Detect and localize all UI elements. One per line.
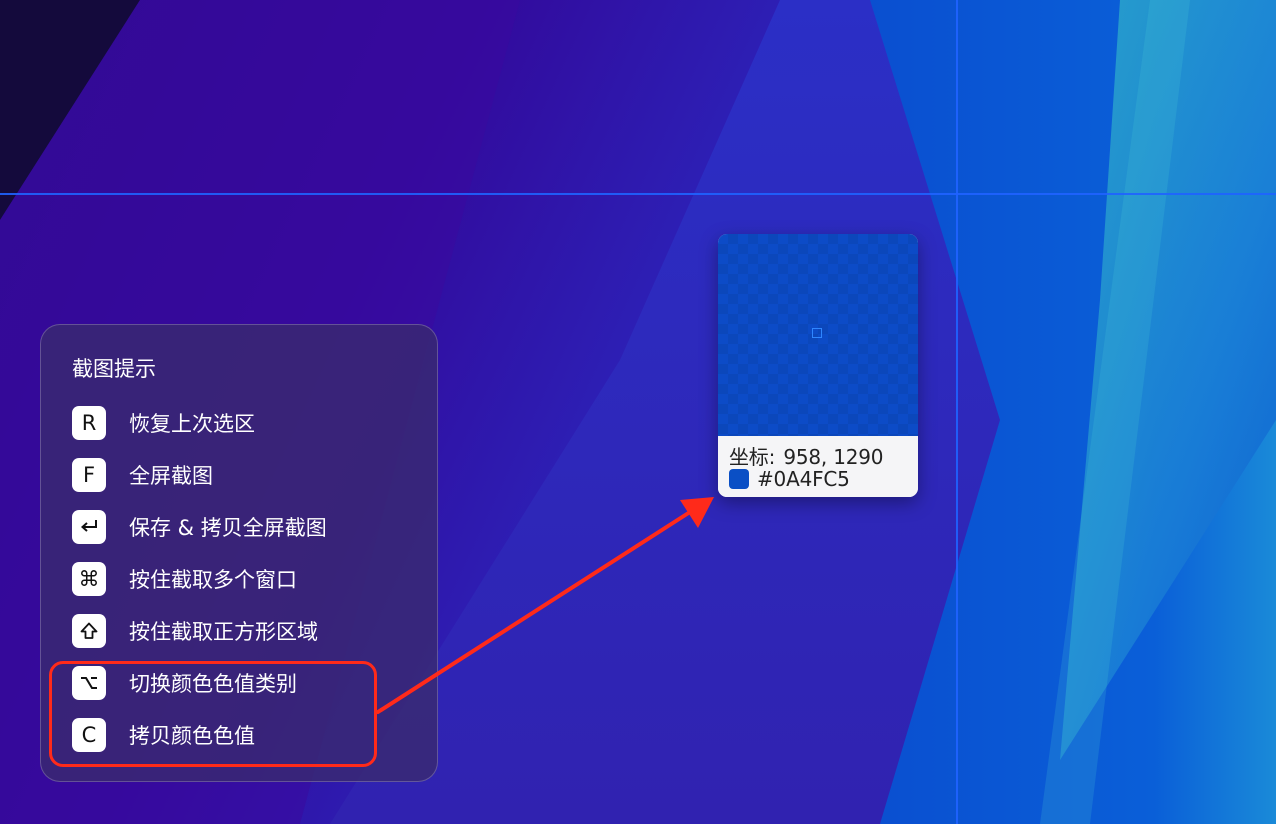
- coordinate-label: 坐标:: [729, 445, 776, 469]
- coordinate-readout: 坐标: 958, 1290: [729, 441, 884, 470]
- hint-row-fullscreen: F 全屏截图: [72, 457, 213, 493]
- annotation-highlight-box: [49, 661, 377, 767]
- hint-row-restore-selection: R 恢复上次选区: [72, 405, 255, 441]
- magnifier-info-panel: 坐标: 958, 1290 #0A4FC5: [718, 436, 918, 497]
- crosshair-vertical-line: [956, 0, 958, 824]
- hint-label: 按住截取正方形区域: [129, 620, 318, 644]
- hint-label: 按住截取多个窗口: [129, 568, 297, 592]
- color-picker-magnifier: 坐标: 958, 1290 #0A4FC5: [718, 234, 918, 497]
- hint-row-save-copy: 保存 & 拷贝全屏截图: [72, 509, 327, 545]
- return-key-icon: [72, 510, 106, 544]
- hint-row-square-area: 按住截取正方形区域: [72, 613, 318, 649]
- hint-label: 保存 & 拷贝全屏截图: [129, 516, 327, 540]
- pixel-target-marker: [812, 328, 822, 338]
- f-key-icon: F: [72, 458, 106, 492]
- shift-key-icon: [72, 614, 106, 648]
- r-key-icon: R: [72, 406, 106, 440]
- color-readout: #0A4FC5: [729, 467, 850, 491]
- coordinate-value: 958, 1290: [783, 445, 884, 469]
- hint-row-multi-window: ⌘ 按住截取多个窗口: [72, 561, 297, 597]
- color-swatch: [729, 469, 749, 489]
- hex-color-value: #0A4FC5: [757, 467, 850, 491]
- crosshair-horizontal-line: [0, 193, 1276, 195]
- command-key-icon: ⌘: [72, 562, 106, 596]
- hint-label: 全屏截图: [129, 464, 213, 488]
- hints-title: 截图提示: [72, 357, 156, 381]
- hint-label: 恢复上次选区: [129, 412, 255, 436]
